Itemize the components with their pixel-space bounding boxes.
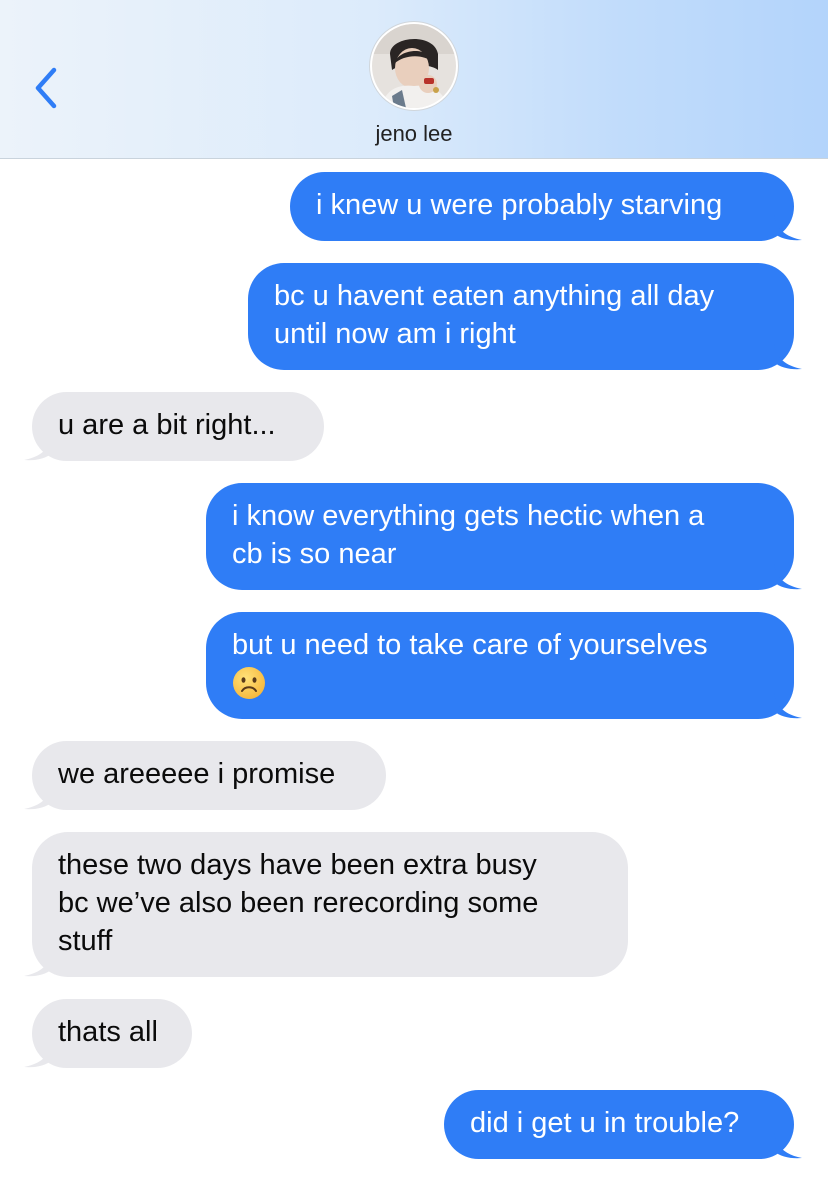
bubble-tail — [774, 693, 802, 719]
bubble-tail — [24, 784, 52, 810]
received-message-bubble[interactable]: thats all — [24, 999, 192, 1068]
message-text: these two days have been extra busy — [58, 849, 537, 881]
bubble-tail — [24, 435, 52, 461]
message-text: u are a bit right... — [58, 409, 276, 441]
received-message-bubble[interactable]: u are a bit right... — [24, 392, 324, 461]
message-text: stuff — [58, 925, 113, 957]
bubble-tail — [24, 951, 52, 977]
bubble-tail — [774, 215, 802, 241]
bubble-tail — [774, 344, 802, 370]
avatar-icon — [372, 24, 456, 108]
message-text: until now am i right — [274, 318, 516, 350]
sent-message-bubble[interactable]: i know everything gets hectic when a cb … — [206, 483, 802, 590]
chevron-left-icon — [35, 67, 57, 109]
sent-message-bubble[interactable]: but u need to take care of yourselves — [206, 612, 802, 719]
message-text: i know everything gets hectic when a — [232, 500, 705, 532]
message-text: thats all — [58, 1016, 158, 1048]
message-text: but u need to take care of yourselves — [232, 629, 708, 661]
sent-message-bubble[interactable]: did i get u in trouble? — [444, 1090, 802, 1159]
message-text: we areeeee i promise — [58, 758, 336, 790]
message-text: i knew u were probably starving — [316, 189, 723, 221]
bubble-tail — [24, 1042, 52, 1068]
contact-name[interactable]: jeno lee — [0, 121, 828, 147]
message-text: cb is so near — [232, 538, 397, 570]
bubble-tail — [774, 564, 802, 590]
contact-avatar[interactable] — [372, 24, 456, 108]
message-text — [232, 664, 768, 702]
message-text: bc we’ve also been rerecording some — [58, 887, 539, 919]
bubble-tail — [774, 1133, 802, 1159]
conversation-header: jeno lee — [0, 0, 828, 159]
message-text: bc u havent eaten anything all day — [274, 280, 715, 312]
sent-message-bubble[interactable]: bc u havent eaten anything all day until… — [248, 263, 802, 370]
sent-message-bubble[interactable]: i knew u were probably starving — [290, 172, 802, 241]
received-message-bubble[interactable]: these two days have been extra busy bc w… — [24, 832, 628, 977]
message-text: did i get u in trouble? — [470, 1107, 740, 1139]
back-button[interactable] — [28, 62, 68, 114]
frowning-face-emoji-icon — [233, 667, 265, 700]
received-message-bubble[interactable]: we areeeee i promise — [24, 741, 386, 810]
